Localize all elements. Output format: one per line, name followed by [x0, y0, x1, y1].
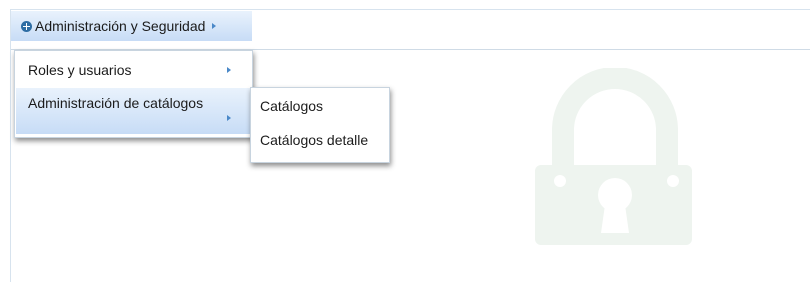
- menu-item-label: Administración y Seguridad: [35, 18, 206, 34]
- plus-circle-icon: [21, 20, 32, 32]
- caret-right-icon: [227, 115, 231, 121]
- submenu-item-catalogos[interactable]: Catálogos: [260, 98, 323, 114]
- caret-right-icon: [227, 67, 231, 73]
- dropdown-item-administracion-catalogos[interactable]: Administración de catálogos: [16, 88, 252, 134]
- dropdown-item-label: Administración de catálogos: [28, 95, 204, 111]
- submenu-item-catalogos-detalle[interactable]: Catálogos detalle: [260, 132, 368, 148]
- dropdown-item-roles-usuarios[interactable]: Roles y usuarios: [16, 55, 252, 85]
- submenu: Catálogos Catálogos detalle: [250, 87, 390, 163]
- padlock-icon: [535, 68, 692, 245]
- dropdown-menu: Roles y usuarios Administración de catál…: [14, 50, 253, 138]
- dropdown-item-label: Roles y usuarios: [28, 62, 132, 78]
- caret-right-icon: [212, 23, 217, 29]
- menu-item-administracion-seguridad[interactable]: Administración y Seguridad: [11, 11, 252, 41]
